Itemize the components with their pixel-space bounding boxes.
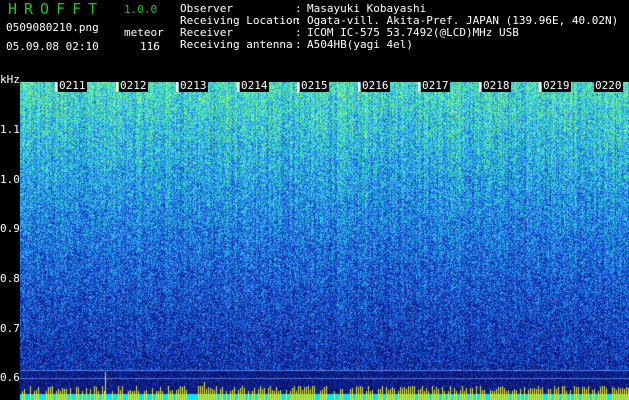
time-tick-mark — [358, 82, 360, 92]
y-axis-unit: kHz — [0, 73, 20, 86]
y-tick-label: 0.7 — [0, 322, 20, 335]
time-tick-mark — [237, 82, 239, 92]
y-tick-label: 0.8 — [0, 272, 20, 285]
time-tick-label: 0219 — [542, 79, 571, 92]
capture-datetime: 05.09.08 02:10 — [6, 40, 99, 53]
time-tick-mark — [479, 82, 481, 92]
y-tick-label: 1.0 — [0, 173, 20, 186]
info-key: Receiving antenna — [180, 38, 293, 51]
spectrogram — [20, 82, 629, 400]
station-info: Observer: Masayuki Kobayashi Receiving Lo… — [180, 3, 618, 51]
time-tick-label: 0216 — [361, 79, 390, 92]
time-tick-label: 0220 — [594, 79, 623, 92]
meteor-count: 116 — [140, 40, 160, 53]
y-tick-label: 1.1 — [0, 123, 20, 136]
info-value: A504HB(yagi 4el) — [307, 38, 413, 51]
app-title: HROFFT — [8, 0, 105, 18]
info-colon: : — [295, 38, 302, 51]
time-tick-label: 0212 — [119, 79, 148, 92]
file-name: 0509080210.png — [6, 21, 99, 34]
y-tick-label: 0.9 — [0, 222, 20, 235]
time-tick-label: 0215 — [300, 79, 329, 92]
meteor-label: meteor — [124, 26, 164, 39]
time-tick-mark — [539, 82, 541, 92]
time-tick-mark — [55, 82, 57, 92]
app-version: 1.0.0 — [124, 3, 158, 16]
y-tick-label: 0.6 — [0, 371, 20, 384]
time-tick-mark — [297, 82, 299, 92]
time-tick-label: 0214 — [240, 79, 269, 92]
time-tick-label: 0218 — [482, 79, 511, 92]
time-tick-mark — [176, 82, 178, 92]
time-tick-label: 0213 — [179, 79, 208, 92]
time-tick-mark — [418, 82, 420, 92]
time-tick-mark — [116, 82, 118, 92]
time-tick-label: 0211 — [58, 79, 87, 92]
header-panel: HROFFT 1.0.0 0509080210.png meteor 05.09… — [0, 0, 629, 84]
info-row-antenna: Receiving antenna: A504HB(yagi 4el) — [180, 39, 618, 51]
time-tick-label: 0217 — [421, 79, 450, 92]
